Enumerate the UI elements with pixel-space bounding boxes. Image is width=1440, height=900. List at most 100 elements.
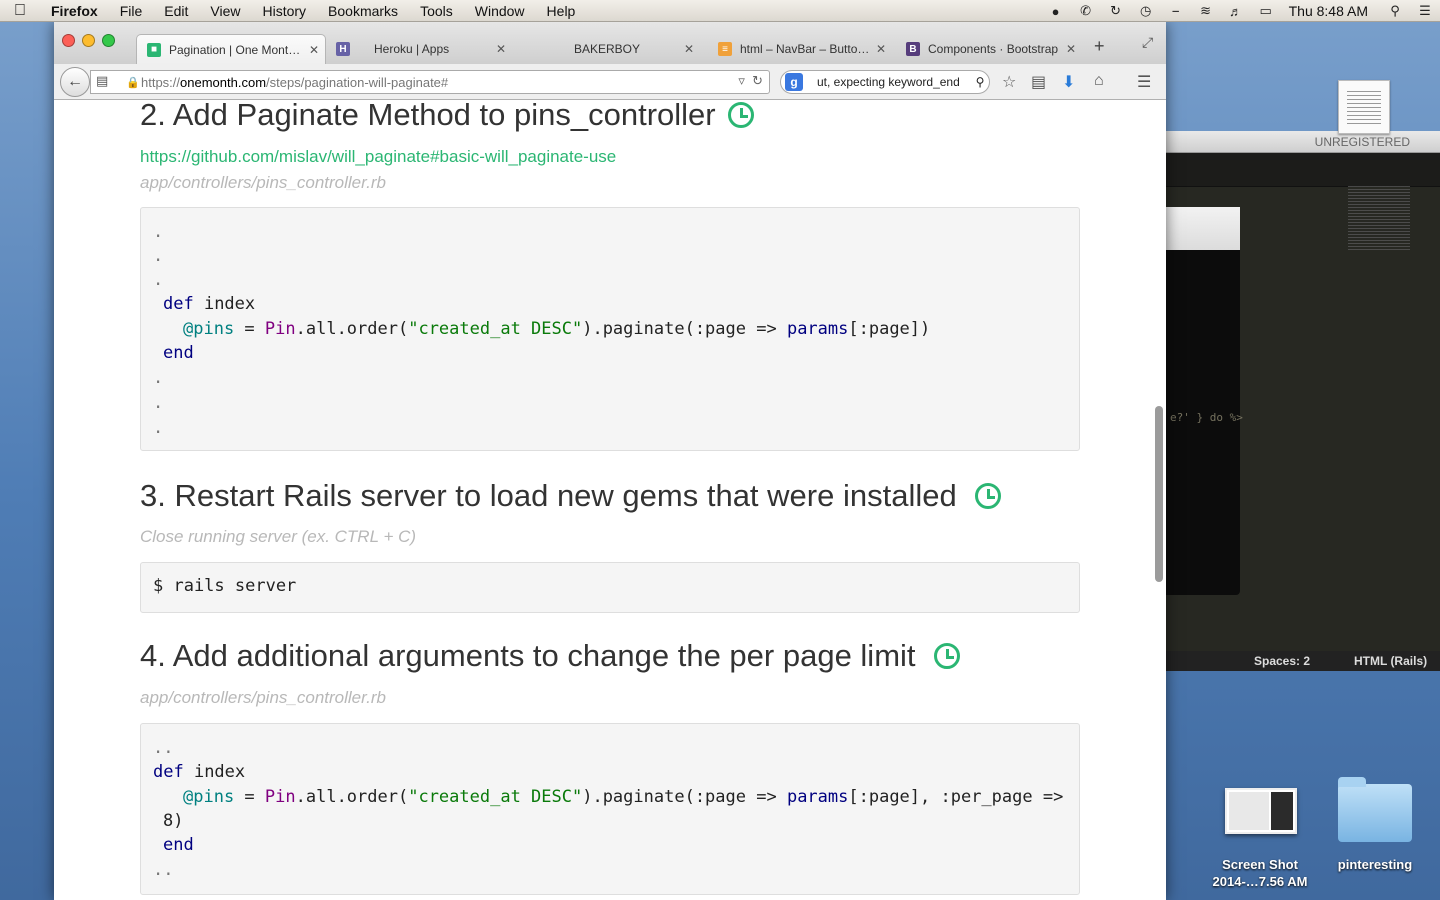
editor-unregistered-label: UNREGISTERED (1314, 134, 1410, 149)
google-search-engine-icon[interactable]: g (785, 73, 803, 91)
code-arrow: => (746, 787, 787, 807)
tab-bar: ■ Pagination | One Mont… ✕ H Heroku | Ap… (54, 22, 1166, 64)
firefox-window[interactable]: ■ Pagination | One Mont… ✕ H Heroku | Ap… (54, 22, 1166, 900)
code-line-wrap: 8) (163, 811, 184, 831)
editor-minimap[interactable] (1348, 186, 1410, 252)
close-tab-icon[interactable]: ✕ (678, 42, 700, 56)
menu-hamburger-icon[interactable]: ☰ (1137, 72, 1151, 92)
tab-bootstrap[interactable]: B Components · Bootstrap ✕ (896, 34, 1082, 64)
code-keyword-def: def (163, 294, 194, 314)
step2-heading: 2. Add Paginate Method to pins_controlle… (140, 101, 754, 133)
step4-file-path: app/controllers/pins_controller.rb (140, 688, 386, 707)
apple-menu-icon[interactable]:  (0, 2, 40, 20)
time-machine-icon[interactable]: ◷ (1131, 3, 1161, 19)
menu-app-firefox[interactable]: Firefox (40, 3, 109, 19)
menu-file[interactable]: File (109, 3, 154, 19)
page-scrollbar[interactable] (1155, 406, 1163, 582)
menu-edit[interactable]: Edit (153, 3, 199, 19)
new-tab-button[interactable]: + (1094, 36, 1105, 57)
menu-view[interactable]: View (199, 3, 251, 19)
menu-history[interactable]: History (251, 3, 317, 19)
tab-title: html – NavBar – Butto… (740, 42, 870, 56)
url-dropdown-reload-icons[interactable]: ▿ ↻ (738, 73, 763, 89)
code-symbol: :page (694, 787, 746, 807)
tab-stackoverflow[interactable]: ≡ html – NavBar – Butto… ✕ (708, 34, 892, 64)
will-paginate-link[interactable]: https://github.com/mislav/will_paginate#… (140, 147, 616, 167)
navigation-toolbar: 🔒 https://onemonth.com/steps/pagination-… (54, 64, 1166, 100)
close-tab-icon[interactable]: ✕ (490, 42, 512, 56)
code-assign: = (234, 787, 265, 807)
code-keyword-def: def (153, 762, 184, 782)
menu-tools[interactable]: Tools (409, 3, 464, 19)
code-ivar: @pins (183, 787, 235, 807)
code-dot: .. (153, 860, 174, 880)
url-bar[interactable]: 🔒 https://onemonth.com/steps/pagination-… (90, 70, 770, 94)
wifi-icon[interactable]: ≋ (1191, 3, 1221, 19)
notification-center-icon[interactable]: ☰ (1410, 3, 1440, 19)
desktop-document-icon[interactable] (1338, 80, 1390, 134)
code-symbol: :page (694, 319, 746, 339)
fullscreen-icon[interactable]: ⤢ (1142, 34, 1153, 51)
editor-titlebar: UNREGISTERED (1164, 131, 1440, 153)
downloads-icon[interactable]: ⬇ (1062, 72, 1075, 92)
phone-icon[interactable]: ✆ (1071, 3, 1101, 19)
code-chain1: .all.order( (295, 319, 409, 339)
code-chain1: .all.order( (295, 787, 409, 807)
stackoverflow-favicon-icon: ≡ (718, 42, 732, 56)
step4-title: 4. Add additional arguments to change th… (140, 638, 916, 673)
screenshot-thumb-left (1229, 792, 1269, 830)
tab-heroku[interactable]: H Heroku | Apps ✕ (326, 34, 512, 64)
code-rest: [:page]) (848, 319, 931, 339)
lock-icon[interactable]: 🔒 (125, 76, 141, 89)
editor-status-spaces[interactable]: Spaces: 2 (1254, 654, 1310, 668)
search-icon[interactable]: ⚲ (971, 75, 989, 89)
code-line-paginate: @pins = Pin.all.order("created_at DESC")… (183, 787, 1063, 807)
screenshot-file-label[interactable]: Screen Shot 2014-…7.56 AM (1200, 856, 1320, 890)
step2-file-path: app/controllers/pins_controller.rb (140, 173, 386, 192)
close-window-button[interactable] (62, 34, 75, 47)
close-tab-icon[interactable]: ✕ (303, 43, 325, 57)
folder-icon[interactable] (1338, 777, 1412, 842)
status-app-icon[interactable]: ● (1041, 4, 1071, 19)
bookmarks-menu-icon[interactable]: ▤ (1031, 72, 1046, 92)
code-dot: . (153, 270, 164, 290)
editor-status-syntax[interactable]: HTML (Rails) (1354, 654, 1427, 668)
code-rest: [:page], :per_page => (848, 787, 1064, 807)
home-icon[interactable]: ⌂ (1094, 72, 1104, 90)
bluetooth-icon[interactable] (1161, 3, 1191, 19)
step3-note: Close running server (ex. CTRL + C) (140, 527, 417, 546)
code-line-def: def index (163, 294, 255, 314)
identity-icon[interactable]: ▤ (96, 73, 108, 89)
zoom-window-button[interactable] (102, 34, 115, 47)
tab-pagination[interactable]: ■ Pagination | One Mont… ✕ (136, 34, 326, 64)
menu-help[interactable]: Help (536, 3, 587, 19)
code-dot: . (153, 393, 164, 413)
code-const: Pin (264, 787, 296, 807)
tab-bakerboy[interactable]: BAKERBOY ✕ (514, 34, 700, 64)
editor-code-fragment: e?' } do %> (1170, 411, 1243, 424)
spotlight-search-icon[interactable]: ⚲ (1380, 3, 1410, 19)
close-tab-icon[interactable]: ✕ (1060, 42, 1082, 56)
screenshot-file-icon[interactable] (1225, 788, 1297, 834)
code-chain2: ).paginate( (582, 787, 695, 807)
tab-title: Components · Bootstrap (928, 42, 1059, 56)
volume-icon[interactable]: ♬ (1221, 4, 1251, 19)
close-tab-icon[interactable]: ✕ (870, 42, 892, 56)
sync-icon[interactable]: ↻ (1101, 3, 1131, 19)
code-method-name: index (193, 294, 256, 314)
menu-window[interactable]: Window (464, 3, 536, 19)
screenshot-label-line2: 2014-…7.56 AM (1212, 874, 1308, 889)
screenshot-label-line1: Screen Shot (1222, 857, 1298, 872)
tab-title: Pagination | One Mont… (169, 42, 301, 57)
menubar-clock[interactable]: Thu 8:48 AM (1281, 3, 1380, 19)
bookmark-star-icon[interactable]: ☆ (1002, 72, 1016, 92)
battery-icon[interactable]: ▭ (1251, 3, 1281, 19)
background-editor-window[interactable]: UNREGISTERED e?' } do %> Spaces: 2 HTML … (1164, 131, 1440, 671)
menu-bookmarks[interactable]: Bookmarks (317, 3, 409, 19)
back-button[interactable]: ← (60, 67, 90, 97)
folder-label[interactable]: pinteresting (1318, 856, 1432, 873)
minimize-window-button[interactable] (82, 34, 95, 47)
code-params: params (786, 319, 849, 339)
code-dot: . (153, 222, 164, 242)
search-bar[interactable]: g ut, expecting keyword_end ⚲ (780, 70, 990, 94)
